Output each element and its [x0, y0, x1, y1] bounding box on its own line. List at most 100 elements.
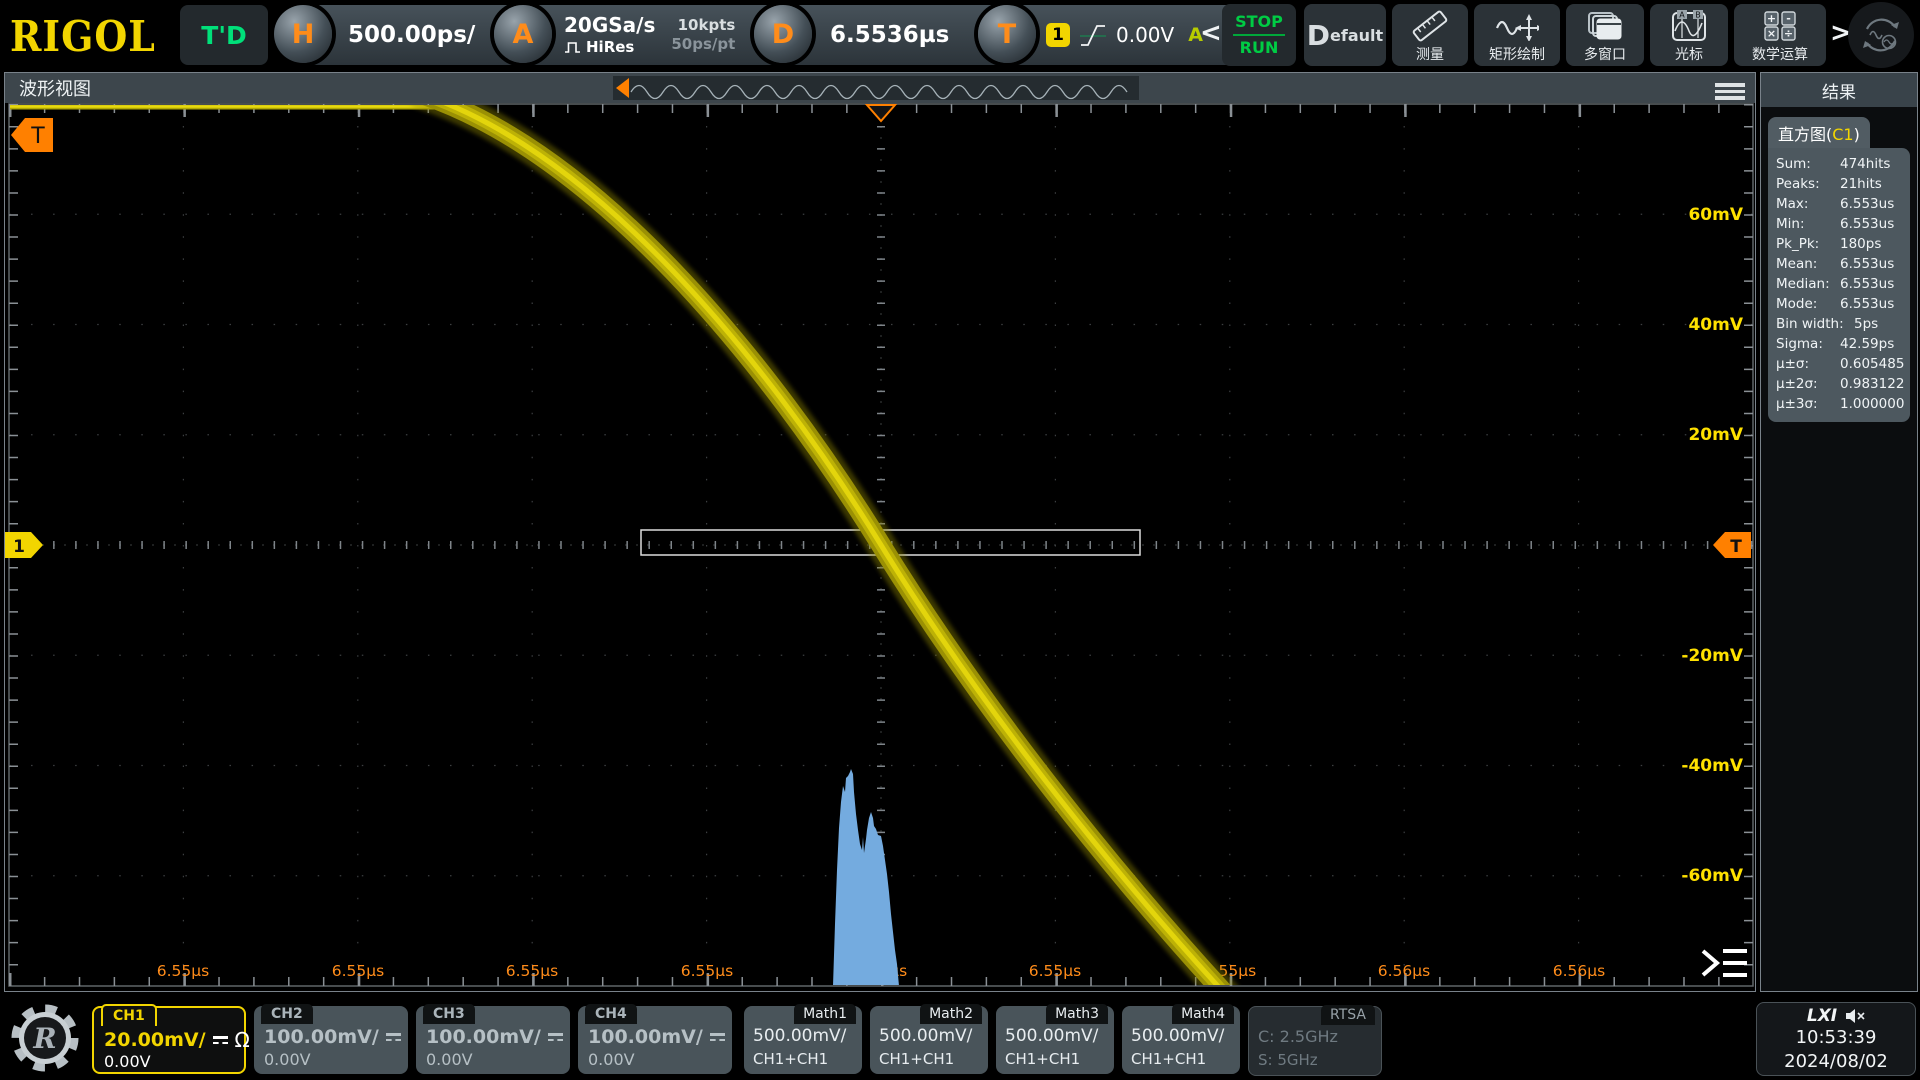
svg-text:6.55µs: 6.55µs — [1029, 962, 1081, 980]
math-box-math4[interactable]: Math4 500.00mV/ CH1+CH1 — [1122, 1006, 1240, 1074]
ruler-icon — [1410, 4, 1450, 47]
histogram-result-card[interactable]: 直方图(C1) Sum:474hits Peaks:21hits Max:6.5… — [1768, 117, 1910, 422]
time-histogram — [833, 769, 899, 986]
stat-row: Max:6.553us — [1776, 194, 1904, 214]
svg-text:-: - — [1786, 12, 1791, 25]
multi-window-button[interactable]: 多窗口 — [1566, 4, 1644, 66]
trigger-control[interactable]: 1 0.00V A T — [978, 5, 1196, 65]
acquisition-info[interactable]: 20GSa/s HiRes 10kpts 50ps/pt — [520, 5, 790, 65]
run-stop-button[interactable]: STOP RUN — [1222, 4, 1296, 66]
system-status-box[interactable]: LXI 10:53:39 2024/08/02 — [1756, 1002, 1916, 1076]
rigol-logo: RIGOL — [10, 12, 156, 61]
horizontal-knob[interactable]: H — [274, 5, 332, 63]
svg-text:60mV: 60mV — [1688, 205, 1743, 225]
circular-arrows-icon — [1855, 9, 1907, 61]
lxi-badge: LXI — [1807, 1006, 1837, 1026]
trigger-level-marker[interactable]: T — [1713, 532, 1751, 558]
waveform-overview-strip[interactable] — [613, 76, 1139, 100]
speaker-muted-icon — [1845, 1008, 1865, 1024]
trigger-position-marker[interactable] — [867, 105, 895, 121]
ch1-level-marker[interactable]: 1 — [5, 532, 43, 558]
collapse-toolbar-arrow[interactable]: < — [1200, 18, 1222, 48]
trigger-slope-icon — [1078, 20, 1108, 50]
results-panel: 结果 直方图(C1) Sum:474hits Peaks:21hits Max:… — [1760, 72, 1918, 992]
impedance-symbol: Ω — [235, 1028, 250, 1052]
stat-row: Mean:6.553us — [1776, 254, 1904, 274]
math-box-math1[interactable]: Math1 500.00mV/ CH1+CH1 — [744, 1006, 862, 1074]
rect-draw-button[interactable]: 矩形绘制 — [1474, 4, 1560, 66]
svg-text:×: × — [1767, 27, 1776, 40]
horizontal-timebase-control[interactable]: 500.00ps/ H — [274, 5, 480, 65]
math-box-math2[interactable]: Math2 500.00mV/ CH1+CH1 — [870, 1006, 988, 1074]
waveform-refresh-logo-button[interactable] — [1848, 2, 1914, 68]
svg-text:1: 1 — [13, 537, 25, 557]
top-toolbar: RIGOL T'D 500.00ps/ H 20GSa/s HiRes — [0, 0, 1920, 70]
waveform-window: 波形视图 — [4, 72, 1756, 992]
channel-box-ch3[interactable]: CH3 100.00mV/ 0.00V — [416, 1006, 570, 1074]
math-box-math3[interactable]: Math3 500.00mV/ CH1+CH1 — [996, 1006, 1114, 1074]
stat-row: μ±σ:0.605485 — [1776, 354, 1904, 374]
svg-text:6.55µs: 6.55µs — [332, 962, 384, 980]
cursor-button[interactable]: A B 光标 — [1650, 4, 1728, 66]
measure-button[interactable]: 测量 — [1392, 4, 1468, 66]
histogram-stats: Sum:474hits Peaks:21hits Max:6.553us Min… — [1768, 148, 1910, 422]
channel-box-ch2[interactable]: CH2 100.00mV/ 0.00V — [254, 1006, 408, 1074]
stat-row: Min:6.553us — [1776, 214, 1904, 234]
svg-text:6.55µs: 6.55µs — [506, 962, 558, 980]
svg-text:A: A — [1679, 10, 1685, 19]
svg-text:R: R — [32, 1022, 56, 1055]
svg-text:T: T — [1730, 537, 1742, 557]
channel-box-ch1[interactable]: CH1 20.00mV/ Ω 0.00V — [92, 1006, 246, 1074]
stat-row: μ±3σ:1.000000 — [1776, 394, 1904, 414]
svg-text:6.56µs: 6.56µs — [1553, 962, 1605, 980]
svg-text:÷: ÷ — [1784, 27, 1793, 40]
svg-text:-20mV: -20mV — [1681, 646, 1743, 666]
stat-row: Pk_Pk:180ps — [1776, 234, 1904, 254]
system-date: 2024/08/02 — [1757, 1050, 1915, 1074]
stat-row: Sigma:42.59ps — [1776, 334, 1904, 354]
svg-text:-40mV: -40mV — [1681, 756, 1743, 776]
dc-coupling-icon — [386, 1033, 401, 1041]
trigger-source-badge: 1 — [1046, 23, 1070, 47]
svg-text:20mV: 20mV — [1688, 425, 1743, 445]
channel-box-ch4[interactable]: CH4 100.00mV/ 0.00V — [578, 1006, 732, 1074]
trigger-knob[interactable]: T — [978, 5, 1036, 63]
acquisition-control[interactable]: 20GSa/s HiRes 10kpts 50ps/pt A — [494, 5, 746, 65]
dc-coupling-icon — [710, 1033, 725, 1041]
svg-text:T: T — [30, 124, 45, 149]
dc-coupling-icon — [548, 1033, 563, 1041]
stat-row: Peaks:21hits — [1776, 174, 1904, 194]
svg-text:-60mV: -60mV — [1681, 866, 1743, 886]
window-menu-icon[interactable] — [1715, 80, 1745, 103]
svg-text:B: B — [1695, 10, 1701, 19]
system-time: 10:53:39 — [1757, 1026, 1915, 1050]
stacked-windows-icon — [1586, 4, 1624, 47]
rtsa-box[interactable]: RTSA C: 2.5GHz S: 5GHz — [1248, 1006, 1382, 1076]
cursor-ab-icon: A B — [1669, 4, 1709, 47]
hires-wave-icon — [564, 41, 581, 54]
svg-text:+: + — [1767, 12, 1776, 25]
stat-row: Bin width:5ps — [1776, 314, 1904, 334]
math-button[interactable]: +- ×÷ 数学运算 — [1734, 4, 1826, 66]
waveform-move-icon — [1495, 4, 1539, 47]
dc-coupling-icon — [213, 1036, 228, 1044]
svg-text:40mV: 40mV — [1688, 315, 1743, 335]
stat-row: Median:6.553us — [1776, 274, 1904, 294]
acquire-knob[interactable]: A — [494, 5, 552, 63]
delay-control[interactable]: 6.5536µs D — [754, 5, 966, 65]
math-operations-icon: +- × ÷ — [1762, 4, 1798, 47]
graticule-plot: 60mV 40mV 20mV -20mV -40mV -60mV 6.55µs … — [5, 102, 1755, 991]
stat-row: Sum:474hits — [1776, 154, 1904, 174]
default-button[interactable]: Default — [1304, 4, 1386, 66]
stat-row: μ±2σ:0.983122 — [1776, 374, 1904, 394]
trigger-time-marker[interactable]: T — [11, 118, 53, 152]
channel-status-bar: R CH1 20.00mV/ Ω 0.00V CH2 100.00mV/ 0.0… — [0, 998, 1920, 1080]
histogram-card-tab[interactable]: 直方图(C1) — [1768, 117, 1870, 148]
svg-text:6.55µs: 6.55µs — [681, 962, 733, 980]
delay-knob[interactable]: D — [754, 5, 812, 63]
gear-icon: R — [8, 1000, 82, 1076]
expand-menu-icon[interactable] — [1703, 951, 1747, 975]
rigol-gear-button[interactable]: R — [8, 1000, 82, 1076]
svg-text:6.56µs: 6.56µs — [1378, 962, 1430, 980]
trigger-level-value: 0.00V — [1116, 23, 1174, 47]
